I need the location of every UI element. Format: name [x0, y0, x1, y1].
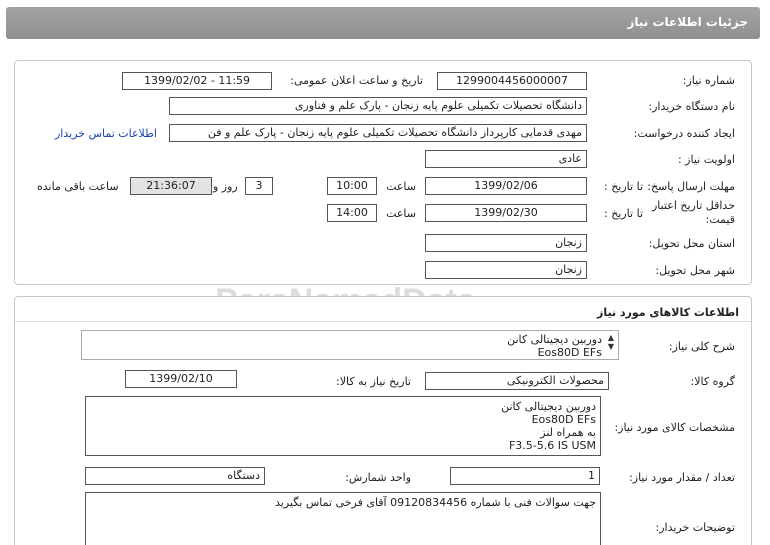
page-title: جزئیات اطلاعات نیاز — [627, 15, 748, 29]
buyer-org-field: دانشگاه تحصیلات تکمیلی علوم پایه زنجان -… — [169, 97, 587, 115]
announce-field: 1399/02/02 - 11:59 — [122, 72, 272, 90]
need-date-label: تاریخ نیاز به کالا: — [336, 375, 411, 388]
city-label: شهر محل تحویل: — [655, 264, 735, 277]
summary-line-1: دوربین دیجیتالی کانن — [507, 333, 602, 346]
validity-date-field: 1399/02/30 — [425, 204, 587, 222]
validity-time-field: 14:00 — [327, 204, 377, 222]
need-info-panel: شماره نیاز: 1299004456000007 تاریخ و ساع… — [14, 60, 752, 285]
remaining-time-field: 21:36:07 — [130, 177, 212, 195]
city-field: زنجان — [425, 261, 587, 279]
section-divider — [15, 321, 751, 322]
need-number-label: شماره نیاز: — [682, 74, 735, 87]
announce-label: تاریخ و ساعت اعلان عمومی: — [290, 74, 423, 87]
deadline-time-label: ساعت — [386, 180, 416, 193]
deadline-time-field: 10:00 — [327, 177, 377, 195]
goods-info-panel: اطلاعات کالاهای مورد نیاز شرح کلی نیاز: … — [14, 296, 752, 545]
need-date-field: 1399/02/10 — [125, 370, 237, 388]
spec-line-4: F3.5-5.6 IS USM — [508, 439, 596, 452]
buyer-notes-field: جهت سوالات فنی با شماره 09120834456 آقای… — [85, 492, 601, 545]
group-label: گروه کالا: — [690, 375, 735, 388]
buyer-notes-text: جهت سوالات فنی با شماره 09120834456 آقای… — [274, 496, 596, 509]
priority-field: عادی — [425, 150, 587, 168]
unit-label: واحد شمارش: — [345, 471, 411, 484]
remaining-label: ساعت باقی مانده — [37, 180, 119, 193]
qty-field: 1 — [450, 467, 600, 485]
validity-to-date-label: تا تاریخ : — [604, 207, 643, 220]
title-bar: جزئیات اطلاعات نیاز — [6, 7, 760, 39]
validity-label-line1: حداقل تاریخ اعتبار — [651, 199, 735, 212]
summary-textarea[interactable]: دوربین دیجیتالی کانن Eos80D EFs ▲ ▼ — [81, 330, 619, 360]
deadline-label: مهلت ارسال پاسخ: — [647, 180, 735, 193]
summary-label: شرح کلی نیاز: — [668, 340, 735, 353]
deadline-date-field: 1399/02/06 — [425, 177, 587, 195]
days-label: روز و — [213, 180, 238, 193]
buyer-org-label: نام دستگاه خریدار: — [648, 100, 735, 113]
deadline-to-date-label: تا تاریخ : — [604, 180, 643, 193]
scroll-arrows-icon[interactable]: ▲ ▼ — [606, 333, 616, 355]
group-field: محصولات الکترونیکی — [425, 372, 609, 390]
goods-section-title: اطلاعات کالاهای مورد نیاز — [597, 306, 739, 319]
validity-label-line2: قیمت: — [705, 213, 735, 226]
requester-field: مهدی قدمایی کارپرداز دانشگاه تحصیلات تکم… — [169, 124, 587, 142]
province-field: زنجان — [425, 234, 587, 252]
requester-label: ایجاد کننده درخواست: — [633, 127, 735, 140]
validity-time-label: ساعت — [386, 207, 416, 220]
spec-line-1: دوربین دیجیتالی کانن — [501, 400, 596, 413]
contact-buyer-link[interactable]: اطلاعات تماس خریدار — [55, 127, 157, 140]
spec-line-2: Eos80D EFs — [531, 413, 596, 426]
summary-line-2: Eos80D EFs — [537, 346, 602, 359]
unit-field: دستگاه — [85, 467, 265, 485]
qty-label: تعداد / مقدار مورد نیاز: — [629, 471, 735, 484]
days-field: 3 — [245, 177, 273, 195]
spec-field: دوربین دیجیتالی کانن Eos80D EFs به همراه… — [85, 396, 601, 456]
province-label: استان محل تحویل: — [648, 237, 735, 250]
priority-label: اولویت نیاز : — [677, 153, 735, 166]
spec-line-3: به همراه لنز — [540, 426, 596, 439]
need-number-field: 1299004456000007 — [437, 72, 587, 90]
spec-label: مشخصات کالای مورد نیاز: — [614, 421, 735, 434]
buyer-notes-label: توضیحات خریدار: — [655, 521, 736, 534]
